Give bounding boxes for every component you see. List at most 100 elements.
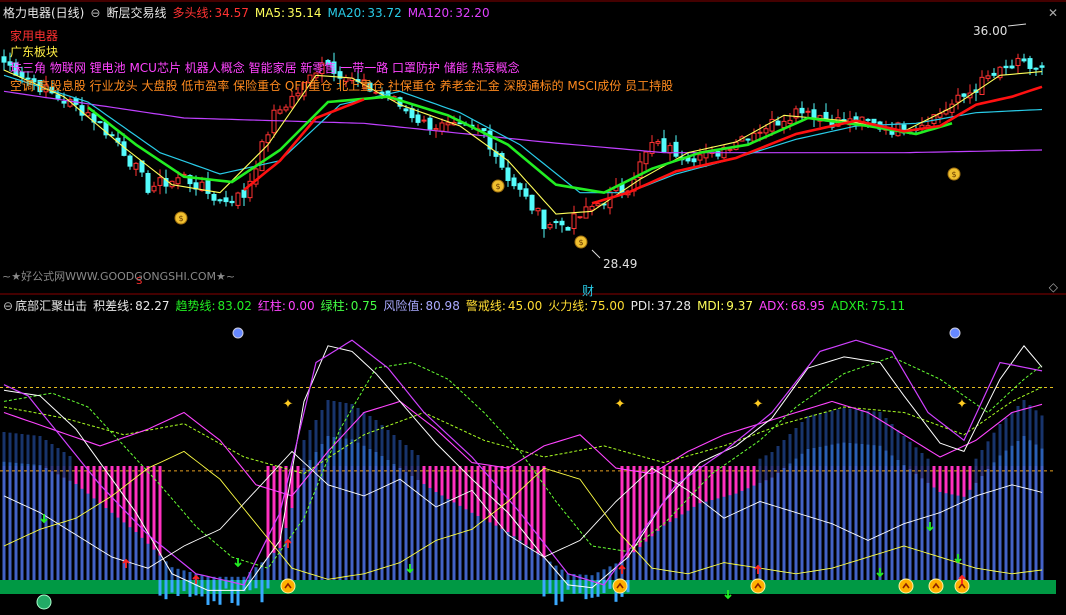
blue-bar <box>98 503 102 580</box>
candle-up <box>235 192 241 206</box>
cyan-bar <box>206 580 210 605</box>
blue-bar <box>848 442 852 580</box>
qushi-label: 趋势线: <box>175 299 216 313</box>
dark-blue-bar <box>848 408 852 443</box>
dark-blue-bar <box>404 445 408 472</box>
close-window-icon[interactable]: ✕ <box>1048 6 1058 20</box>
blue-bar <box>908 469 912 580</box>
dark-blue-bar <box>416 455 420 480</box>
blue-bar <box>1016 440 1020 580</box>
blue-bar <box>488 522 492 580</box>
dark-blue-bar <box>902 436 906 465</box>
cyan-bar <box>590 580 594 598</box>
candle-up <box>589 205 595 211</box>
blue-bar <box>26 463 30 580</box>
candle-up <box>283 106 289 111</box>
blue-bar <box>632 552 636 580</box>
upper-header: 格力电器(日线) ⊖ 断层交易线 多头线: 34.57 MA5: 35.14 MA20: 33.… <box>3 4 496 22</box>
stock-title[interactable]: 格力电器(日线) <box>3 6 84 20</box>
candle-up <box>763 128 769 134</box>
dark-blue-bar <box>386 430 390 460</box>
candle-down <box>823 111 829 120</box>
dark-blue-bar <box>314 420 318 452</box>
blue-bar <box>332 436 336 580</box>
dark-blue-bar <box>854 409 858 444</box>
blue-bar <box>506 532 510 580</box>
candle-up <box>421 119 427 122</box>
lvzhu-label: 绿柱: <box>320 299 349 313</box>
dark-blue-bar <box>866 410 870 445</box>
dark-blue-bar <box>992 432 996 463</box>
blue-bar <box>500 528 504 580</box>
bottom-band <box>0 580 1056 594</box>
dark-blue-bar <box>326 400 330 436</box>
fengxian-label: 风险值: <box>383 299 424 313</box>
lower-collapse-icon[interactable]: ⊖ <box>3 299 13 313</box>
duotou-label: 多头线: <box>172 6 213 20</box>
low-pointer <box>591 249 601 259</box>
blue-bar <box>536 553 540 580</box>
buy-signal-icon <box>612 578 628 594</box>
dark-blue-bar <box>50 444 54 472</box>
jingjie-value: 45.00 <box>507 299 543 313</box>
blue-bar <box>416 480 420 580</box>
candle-up <box>157 177 163 186</box>
candle-down <box>481 128 487 132</box>
blue-bar <box>896 460 900 580</box>
collapse-icon[interactable]: ⊖ <box>90 6 100 20</box>
candle-down <box>511 177 517 187</box>
blue-bar <box>128 527 132 580</box>
buy-signal-icon <box>898 578 914 594</box>
blue-bar <box>8 462 12 580</box>
butterfly-icon: ✦ <box>615 397 626 412</box>
blue-bar <box>542 557 546 580</box>
candle-down <box>427 117 433 130</box>
mdi-label: MDI: <box>697 299 725 313</box>
dark-blue-bar <box>380 425 384 456</box>
blue-bar <box>890 455 894 580</box>
cyan-bar <box>182 580 186 592</box>
dark-blue-bar <box>770 452 774 478</box>
candle-up <box>757 131 763 134</box>
candle-up <box>781 120 787 128</box>
indicator-name[interactable]: 断层交易线 <box>106 6 166 20</box>
blue-bar <box>764 480 768 580</box>
blue-bar <box>302 468 306 580</box>
candle-down <box>871 118 877 124</box>
candle-up <box>787 119 793 124</box>
blue-bar <box>650 536 654 580</box>
dark-blue-bar <box>32 435 36 465</box>
blue-bar <box>656 530 660 580</box>
blue-bar <box>524 544 528 580</box>
blue-bar <box>62 477 66 580</box>
concept-sector: 家用电器 <box>10 29 59 43</box>
candle-down <box>517 183 523 190</box>
dark-blue-bar <box>812 414 816 448</box>
lower-indicator-name[interactable]: 底部汇聚出击 <box>15 299 87 313</box>
dark-blue-bar <box>818 413 822 447</box>
candle-up <box>985 75 991 79</box>
blue-bar <box>386 460 390 580</box>
blue-bar <box>1040 448 1044 580</box>
blue-bar <box>728 495 732 580</box>
dark-blue-bar <box>1022 400 1026 436</box>
blue-bar <box>242 576 246 580</box>
pdi-label: PDI: <box>630 299 655 313</box>
candle-up <box>751 132 757 142</box>
high-pointer <box>1007 23 1027 27</box>
up-arrow-icon <box>618 564 626 574</box>
candle-down <box>415 114 421 123</box>
blue-bar <box>80 488 84 580</box>
blue-bar <box>290 508 294 580</box>
blue-bar <box>2 461 6 580</box>
candle-up <box>955 94 961 103</box>
dark-blue-bar <box>1040 415 1044 449</box>
candle-down <box>523 188 529 197</box>
cyan-bar <box>218 580 222 605</box>
candle-up <box>643 151 649 165</box>
adxr-label: ADXR: <box>831 299 869 313</box>
blue-bar <box>944 493 948 580</box>
dark-blue-bar <box>2 432 6 462</box>
expand-diamond-icon[interactable]: ◇ <box>1049 280 1058 294</box>
ma120-value: 32.20 <box>455 6 490 20</box>
